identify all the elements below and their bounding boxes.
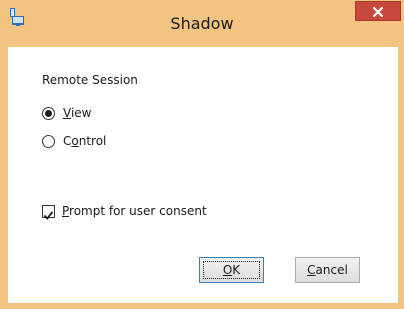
view-radio-label[interactable]: View	[63, 106, 91, 120]
close-icon	[372, 2, 384, 21]
dialog-body: Remote Session View Control Prompt for u…	[8, 47, 398, 303]
title-bar[interactable]: Shadow	[0, 0, 404, 47]
consent-checkbox[interactable]	[42, 205, 55, 220]
radio-selected-dot	[45, 110, 52, 117]
close-button[interactable]	[355, 1, 401, 21]
control-radio[interactable]	[42, 135, 55, 148]
shadow-dialog: Shadow Remote Session View Control Promp…	[0, 0, 404, 309]
checkmark-icon	[43, 206, 54, 225]
consent-label[interactable]: Prompt for user consent	[62, 204, 207, 218]
window-title: Shadow	[170, 14, 234, 33]
view-radio[interactable]	[42, 107, 55, 120]
cancel-button[interactable]: Cancel	[295, 257, 360, 283]
control-radio-label[interactable]: Control	[63, 134, 106, 148]
remote-session-label: Remote Session	[42, 73, 138, 87]
ok-button[interactable]: OK	[199, 257, 264, 283]
